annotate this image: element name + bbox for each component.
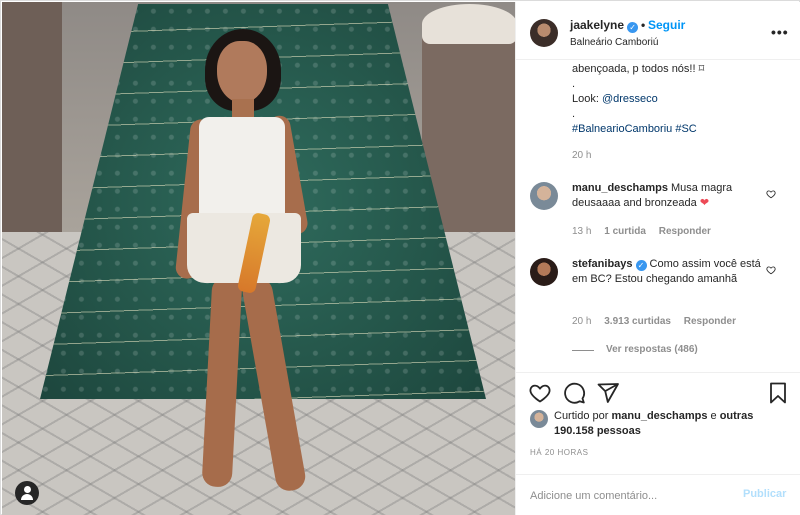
verified-badge-icon: ✓ xyxy=(627,22,639,33)
follow-button[interactable]: Seguir xyxy=(648,18,685,32)
post-details-pane: jaakelyne ✓ • Seguir Balneário Camboriú ••… xyxy=(515,2,800,515)
caption-line: abençoada, p todos nós!! ⌑ xyxy=(572,63,705,75)
post-author[interactable]: jaakelyne ✓ • xyxy=(570,18,648,33)
separator: • xyxy=(641,18,646,32)
hashtag-link[interactable]: #BalnearioCamboriu xyxy=(572,123,672,135)
comment-like-heart-icon[interactable] xyxy=(766,265,776,275)
caption-look: Look: @dresseco xyxy=(572,93,658,105)
comment-age: 13 h xyxy=(572,226,592,237)
reply-button[interactable]: Responder xyxy=(659,226,711,237)
comment-text: stefanibays ✓ Como assim você está em BC? … xyxy=(572,258,761,285)
comment-composer: Publicar xyxy=(516,474,800,515)
photo-person xyxy=(174,27,310,507)
post-header: jaakelyne ✓ • Seguir Balneário Camboriú ••… xyxy=(516,2,800,60)
action-bar xyxy=(516,372,800,410)
view-replies-button[interactable]: Ver respostas (486) xyxy=(606,344,698,355)
avatar[interactable] xyxy=(530,410,548,428)
comment-likes[interactable]: 1 curtida xyxy=(604,226,646,237)
post-modal: jaakelyne ✓ • Seguir Balneário Camboriú ••… xyxy=(0,0,800,515)
likes-summary: Curtido por manu_deschamps e outras 190.… xyxy=(530,408,790,444)
share-icon[interactable] xyxy=(596,381,620,405)
caption-age: 20 h xyxy=(572,150,592,161)
comment-input[interactable] xyxy=(530,487,730,505)
publish-button[interactable]: Publicar xyxy=(743,488,786,500)
bookmark-icon[interactable] xyxy=(766,381,790,405)
verified-badge-icon: ✓ xyxy=(635,260,647,271)
comments-scroll-area[interactable]: abençoada, p todos nós!! ⌑ . Look: @dres… xyxy=(516,60,800,372)
avatar[interactable] xyxy=(530,19,558,47)
comment-username[interactable]: manu_deschamps xyxy=(572,182,668,194)
caption-dot: . xyxy=(572,108,576,120)
emoji-icon: ⌑ xyxy=(698,63,705,75)
comment-age: 20 h xyxy=(572,316,592,327)
liker-username[interactable]: manu_deschamps xyxy=(611,410,707,422)
more-options-icon[interactable]: ••• xyxy=(771,24,789,40)
hashtag-link[interactable]: #SC xyxy=(675,123,696,135)
post-timestamp: HÁ 20 HORAS xyxy=(530,448,589,457)
post-author-username[interactable]: jaakelyne xyxy=(570,18,624,32)
comment-text: manu_deschamps Musa magra deusaaaa and br… xyxy=(572,182,733,209)
comment-icon[interactable] xyxy=(562,381,586,405)
heart-icon[interactable] xyxy=(528,381,552,405)
mention-link[interactable]: @dresseco xyxy=(602,93,658,105)
post-photo[interactable] xyxy=(2,2,515,515)
comment-meta: 13 h 1 curtida Responder xyxy=(572,226,711,237)
comment-like-heart-icon[interactable] xyxy=(766,189,776,199)
caption-dot: . xyxy=(572,78,576,90)
replies-divider xyxy=(572,350,594,351)
likes-text: Curtido por manu_deschamps e outras 190.… xyxy=(554,410,754,437)
reply-button[interactable]: Responder xyxy=(684,316,736,327)
location-link[interactable]: Balneário Camboriú xyxy=(570,37,658,48)
avatar[interactable] xyxy=(530,182,558,210)
photo-umbrella xyxy=(422,4,515,44)
tagged-users-icon[interactable] xyxy=(15,481,39,505)
comment-meta: 20 h 3.913 curtidas Responder xyxy=(572,316,736,327)
heart-emoji-icon: ❤ xyxy=(699,197,710,209)
caption-hashtags: #BalnearioCamboriu #SC xyxy=(572,122,697,137)
avatar[interactable] xyxy=(530,258,558,286)
photo-building-left xyxy=(2,2,62,232)
comment-username[interactable]: stefanibays xyxy=(572,258,633,270)
comment-likes[interactable]: 3.913 curtidas xyxy=(604,316,671,327)
